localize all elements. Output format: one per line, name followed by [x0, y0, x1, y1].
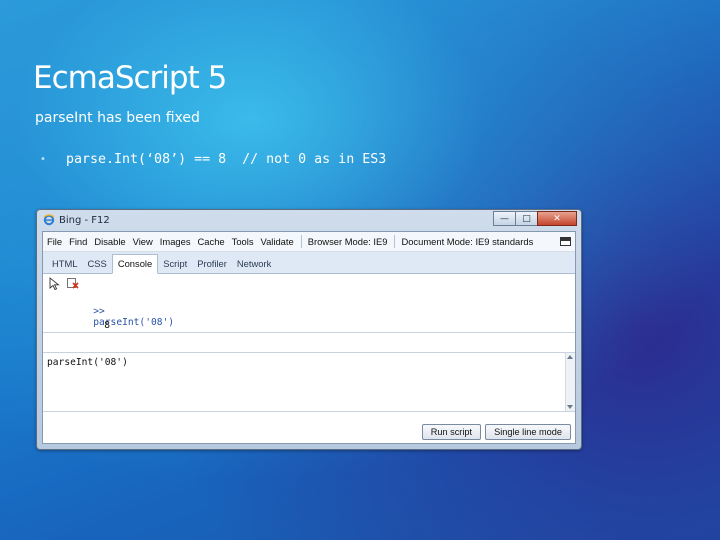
console-toolbar — [43, 274, 575, 292]
select-element-icon[interactable] — [47, 276, 61, 290]
console-input-area[interactable]: parseInt('08') — [43, 352, 575, 412]
menu-disable[interactable]: Disable — [94, 236, 125, 247]
window-controls: — □ ✕ — [493, 211, 577, 226]
tab-css[interactable]: CSS — [83, 258, 112, 273]
bullet-code: parse.Int(‘08’) == 8 // not 0 as in ES3 — [66, 152, 387, 167]
close-button[interactable]: ✕ — [537, 211, 577, 226]
menu-find[interactable]: Find — [69, 236, 87, 247]
run-script-button[interactable]: Run script — [421, 424, 482, 440]
input-scrollbar[interactable] — [565, 353, 575, 411]
devtools-window: Bing - F12 — □ ✕ File Find Disable View … — [36, 209, 582, 450]
console-result-value: 8 — [104, 320, 110, 331]
scroll-down-icon[interactable] — [567, 405, 573, 409]
menu-bar: File Find Disable View Images Cache Tool… — [43, 232, 575, 252]
window-title: Bing - F12 — [59, 214, 110, 226]
scroll-up-icon[interactable] — [567, 355, 573, 359]
title-bar: Bing - F12 — □ ✕ — [37, 210, 581, 230]
console-output: >> parseInt('08') 8 — [43, 292, 575, 333]
undock-icon[interactable] — [560, 237, 571, 246]
tab-html[interactable]: HTML — [47, 258, 83, 273]
slide-title: EcmaScript 5 — [33, 60, 227, 96]
menu-view[interactable]: View — [133, 236, 153, 247]
devtools-pane: File Find Disable View Images Cache Tool… — [42, 231, 576, 444]
menu-file[interactable]: File — [47, 236, 62, 247]
console-buttons: Run script Single line mode — [418, 424, 571, 440]
menu-cache[interactable]: Cache — [198, 236, 225, 247]
tab-script[interactable]: Script — [158, 258, 192, 273]
tab-profiler[interactable]: Profiler — [192, 258, 232, 273]
maximize-button[interactable]: □ — [515, 211, 538, 226]
clear-console-icon[interactable] — [65, 276, 79, 290]
menu-browser-mode[interactable]: Browser Mode: IE9 — [308, 236, 388, 247]
menu-tools[interactable]: Tools — [232, 236, 254, 247]
console-result: 8 — [58, 309, 110, 342]
slide-subtitle: parseInt has been fixed — [35, 110, 200, 126]
single-line-mode-button[interactable]: Single line mode — [485, 424, 571, 440]
ie-icon — [43, 214, 55, 226]
console-input[interactable]: parseInt('08') — [47, 357, 128, 368]
menu-validate[interactable]: Validate — [261, 236, 294, 247]
tab-bar: HTML CSS Console Script Profiler Network — [43, 252, 575, 274]
menu-divider — [300, 235, 302, 248]
tab-console[interactable]: Console — [111, 254, 159, 274]
menu-images[interactable]: Images — [160, 236, 191, 247]
tab-network[interactable]: Network — [232, 258, 276, 273]
menu-divider — [394, 235, 396, 248]
bullet-icon: • — [40, 154, 46, 165]
bullet-item: • parse.Int(‘08’) == 8 // not 0 as in ES… — [40, 152, 386, 167]
minimize-button[interactable]: — — [493, 211, 516, 226]
menu-document-mode[interactable]: Document Mode: IE9 standards — [401, 236, 533, 247]
